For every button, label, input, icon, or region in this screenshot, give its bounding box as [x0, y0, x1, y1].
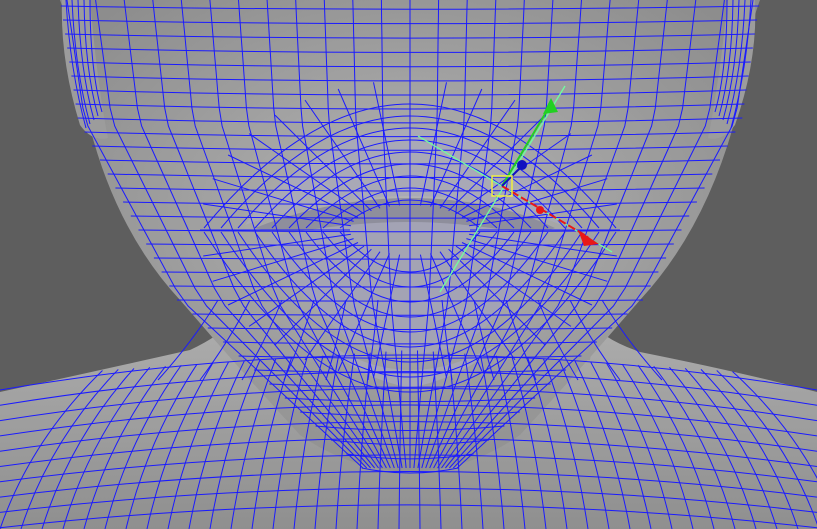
z-axis-dot-icon[interactable] [517, 160, 527, 170]
x-axis-mid-dot [536, 206, 544, 214]
viewport-canvas[interactable] [0, 0, 817, 529]
3d-viewport[interactable] [0, 0, 817, 529]
head-mesh[interactable] [0, 0, 817, 529]
